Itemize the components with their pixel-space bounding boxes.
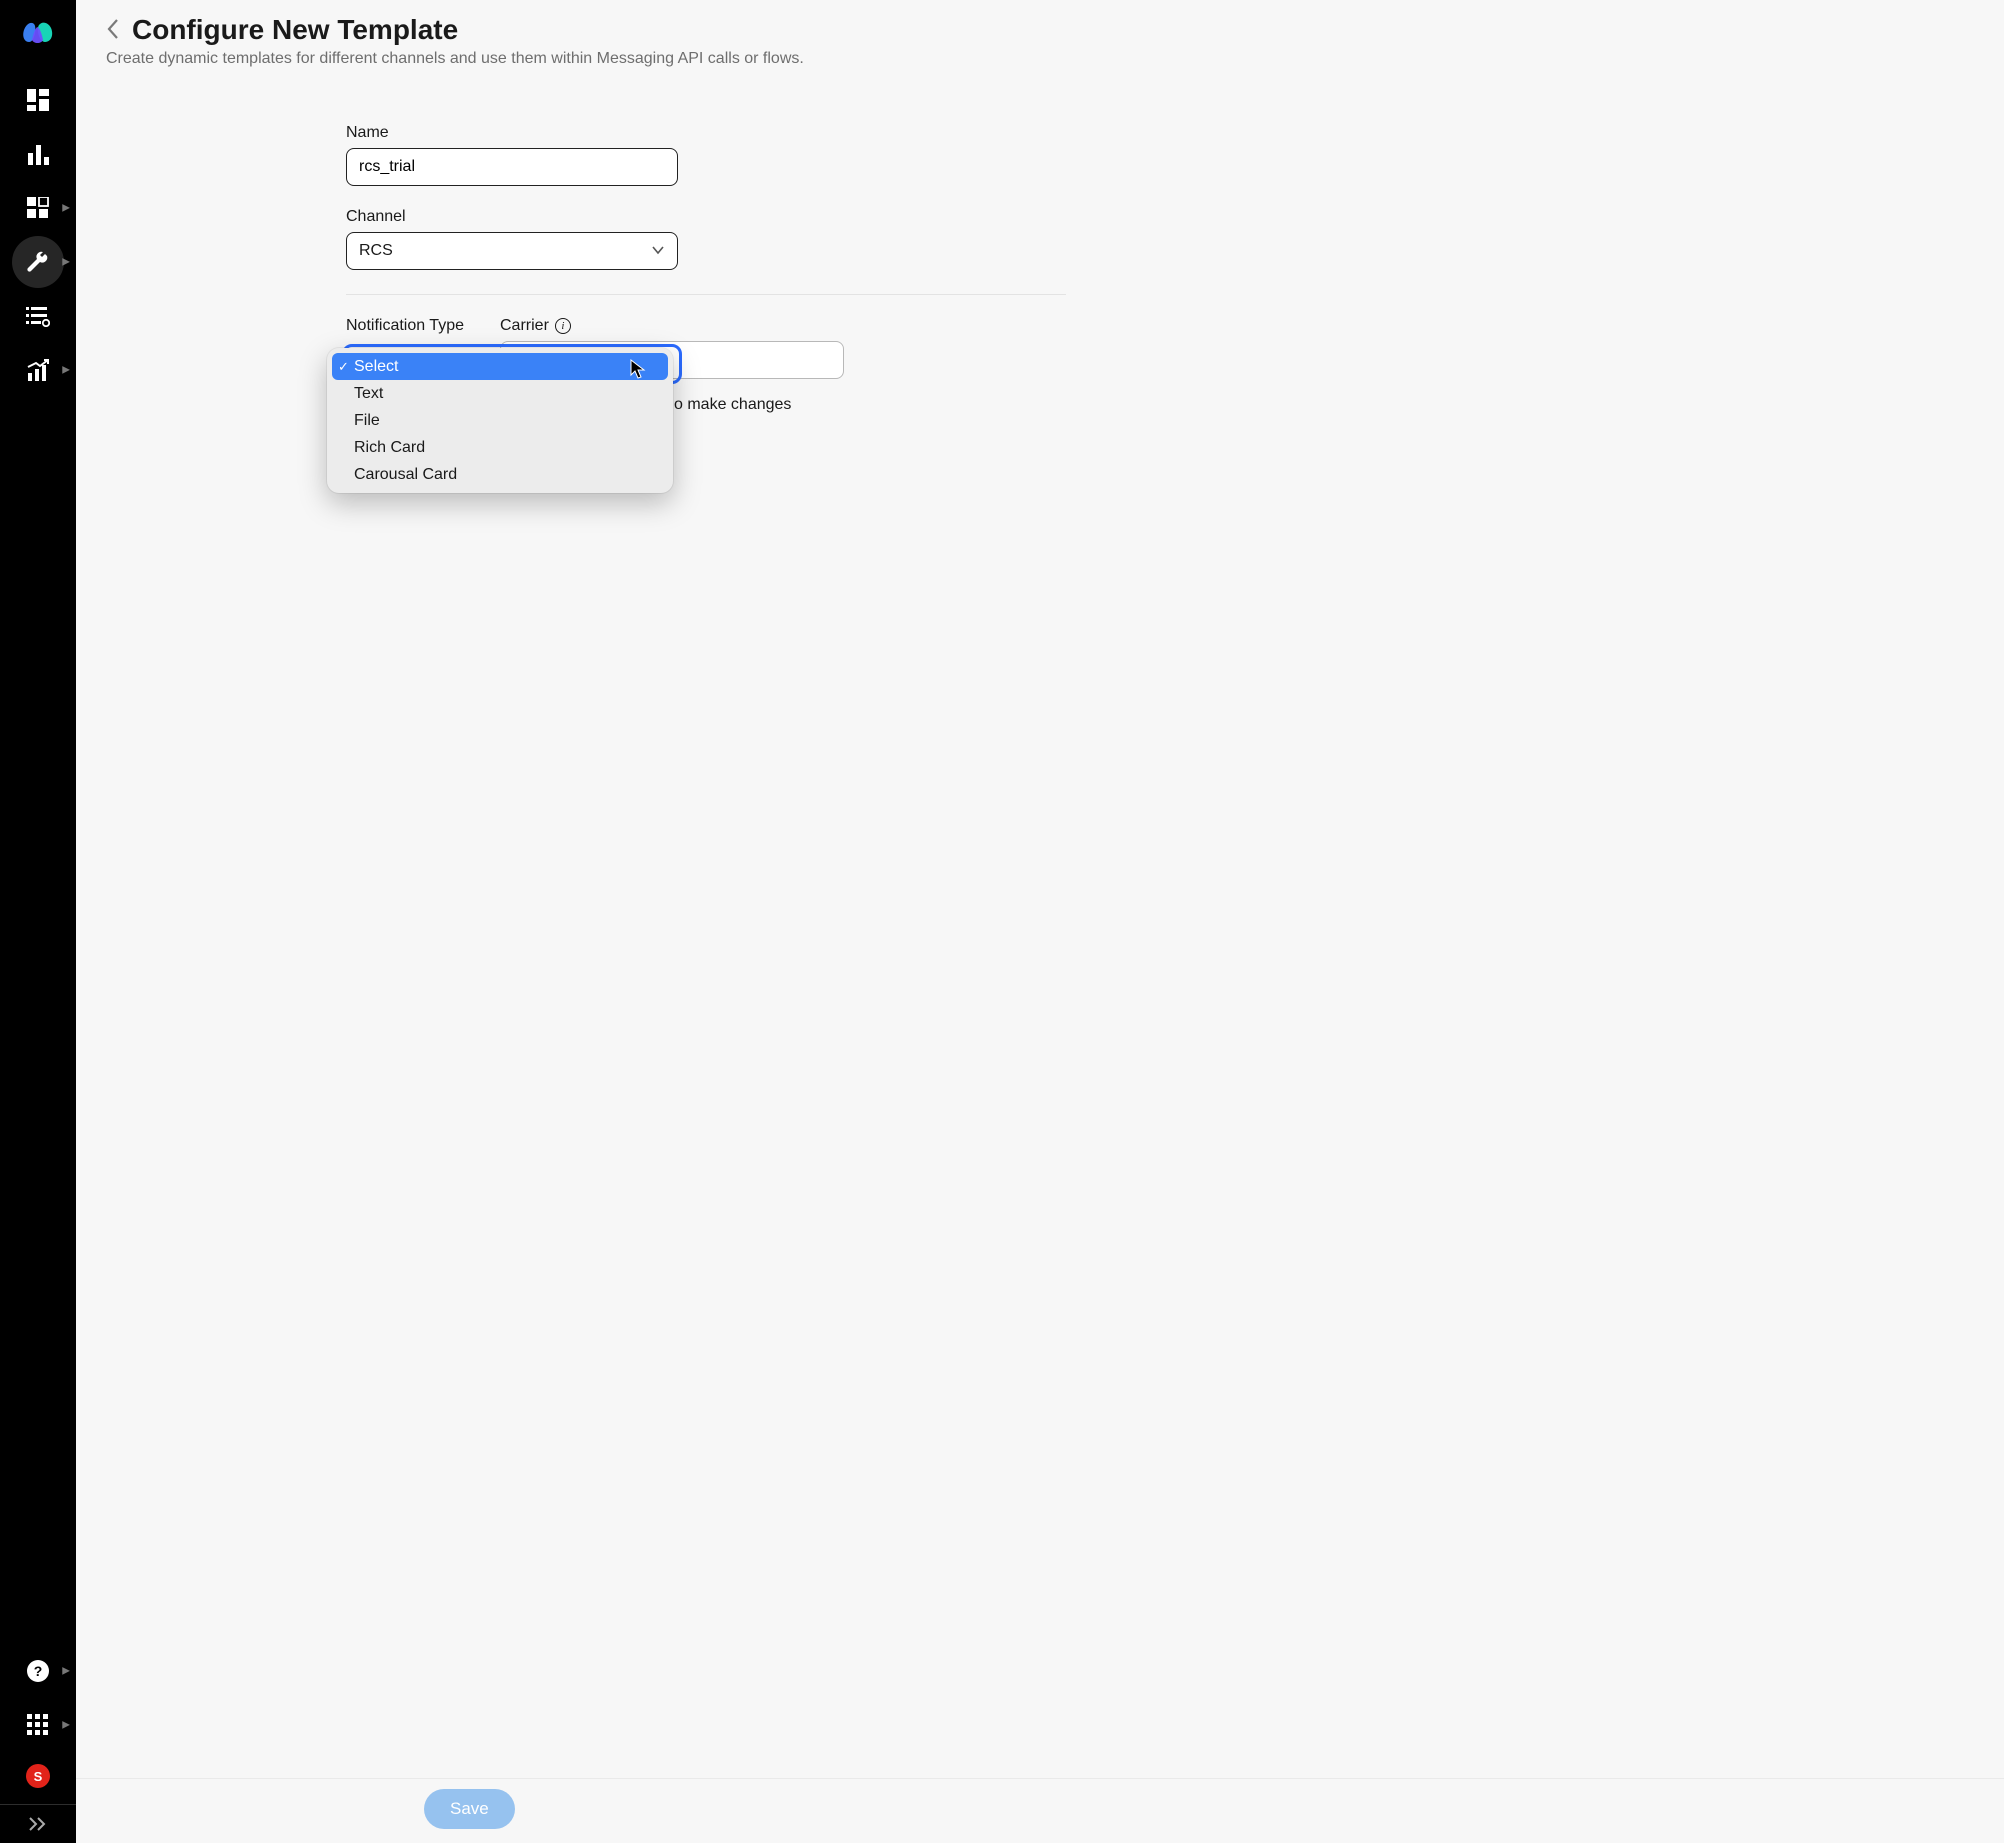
status-badge: S xyxy=(26,1764,50,1788)
channel-value: RCS xyxy=(359,242,393,260)
nav-help[interactable]: ? ▶ xyxy=(0,1644,76,1698)
page-title: Configure New Template xyxy=(132,14,458,46)
caret-right-icon: ▶ xyxy=(62,1666,70,1677)
notification-type-label: Notification Type xyxy=(346,317,464,335)
growth-icon xyxy=(26,359,50,381)
name-input[interactable] xyxy=(359,158,665,176)
dropdown-option-text[interactable]: Text xyxy=(332,380,668,407)
nav-apps[interactable]: ▶ xyxy=(0,181,76,235)
chevron-left-icon xyxy=(106,18,120,40)
footer: Save xyxy=(76,1778,2004,1843)
caret-right-icon: ▶ xyxy=(62,365,70,376)
nav-grid[interactable]: ▶ xyxy=(0,1698,76,1752)
nav-dashboard[interactable] xyxy=(0,73,76,127)
title-row: Configure New Template xyxy=(106,14,1974,46)
caret-right-icon: ▶ xyxy=(62,1720,70,1731)
bar-chart-icon xyxy=(27,143,49,165)
webex-logo-icon xyxy=(21,18,55,46)
dropdown-option-rich-card[interactable]: Rich Card xyxy=(332,434,668,461)
sidebar: ▶ ▶ xyxy=(0,0,76,1843)
wrench-icon xyxy=(27,251,49,273)
name-input-wrap xyxy=(346,148,678,186)
hint-text-fragment: o make changes xyxy=(674,396,791,414)
sidebar-bottom: ? ▶ ▶ S xyxy=(0,1644,76,1843)
nav-analytics[interactable] xyxy=(0,127,76,181)
help-icon: ? xyxy=(27,1660,49,1682)
page: Configure New Template Create dynamic te… xyxy=(76,0,2004,1843)
form-area: Name Channel RCS Notification Type xyxy=(346,124,1066,379)
dropdown-option-carousal-card[interactable]: Carousal Card xyxy=(332,461,668,488)
apps-icon xyxy=(27,197,49,219)
save-button[interactable]: Save xyxy=(424,1789,515,1829)
chevron-down-icon xyxy=(651,242,665,260)
sidebar-top: ▶ ▶ xyxy=(0,0,76,397)
dashboard-icon xyxy=(27,89,49,111)
channel-label: Channel xyxy=(346,208,1066,226)
caret-right-icon: ▶ xyxy=(62,203,70,214)
info-icon[interactable]: i xyxy=(555,318,571,334)
dropdown-option-file[interactable]: File xyxy=(332,407,668,434)
name-label: Name xyxy=(346,124,1066,142)
app-logo xyxy=(21,0,55,73)
nav-growth[interactable]: ▶ xyxy=(0,343,76,397)
nav-tools[interactable]: ▶ xyxy=(0,235,76,289)
col-notification-type: Notification Type ✓ Select Text F xyxy=(346,317,464,379)
nav-status[interactable]: S xyxy=(0,1752,76,1800)
nav-active-bg xyxy=(12,236,64,288)
sidebar-expand[interactable] xyxy=(0,1805,76,1843)
back-button[interactable] xyxy=(106,16,120,45)
content: Name Channel RCS Notification Type xyxy=(76,76,2004,1778)
list-search-icon xyxy=(26,305,50,327)
dropdown-option-select[interactable]: ✓ Select xyxy=(332,353,668,380)
nav-lists[interactable] xyxy=(0,289,76,343)
chevron-double-right-icon xyxy=(29,1817,47,1831)
notification-type-dropdown: ✓ Select Text File Rich Card xyxy=(327,348,673,493)
check-icon: ✓ xyxy=(338,359,349,375)
grid-nine-icon xyxy=(27,1714,49,1736)
channel-select[interactable]: RCS xyxy=(346,232,678,270)
carrier-label: Carrier i xyxy=(500,317,844,335)
page-subtitle: Create dynamic templates for different c… xyxy=(106,50,1974,68)
two-col: Notification Type ✓ Select Text F xyxy=(346,317,1066,379)
page-header: Configure New Template Create dynamic te… xyxy=(76,0,2004,76)
section-divider xyxy=(346,294,1066,295)
